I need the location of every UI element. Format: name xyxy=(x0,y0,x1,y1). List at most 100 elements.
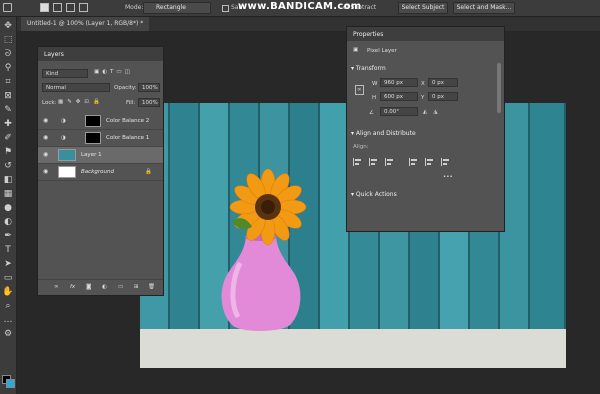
angle-field[interactable]: 0.00° xyxy=(380,107,418,116)
gradient-tool-icon[interactable]: ▦ xyxy=(2,188,14,200)
transform-title: Transform xyxy=(355,65,386,72)
blur-tool-icon[interactable]: ● xyxy=(2,202,14,214)
height-field[interactable]: 600 px xyxy=(380,92,418,101)
properties-panel-title[interactable]: Properties xyxy=(353,31,383,38)
crop-tool-icon[interactable]: ⌗ xyxy=(2,76,14,88)
blend-mode-select[interactable]: Normal xyxy=(42,83,110,92)
layer-name[interactable]: Color Balance 1 xyxy=(106,135,149,141)
y-field[interactable]: 0 px xyxy=(428,92,458,101)
layer-name[interactable]: Layer 1 xyxy=(81,152,102,158)
fx-icon[interactable]: fx xyxy=(70,284,75,290)
zoom-tool-icon[interactable]: ⌕ xyxy=(2,300,14,312)
layer-name[interactable]: Color Balance 2 xyxy=(106,118,149,124)
adjustment-icon[interactable]: ◐ xyxy=(102,284,107,290)
visibility-eye-icon[interactable]: ◉ xyxy=(43,151,48,158)
eyedropper-tool-icon[interactable]: ✎ xyxy=(2,104,14,116)
pixel-layer-icon: ▣ xyxy=(353,47,359,53)
quick-select-tool-icon[interactable]: ⚲ xyxy=(2,62,14,74)
quick-actions-title: Quick Actions xyxy=(355,191,397,198)
align-title: Align and Distribute xyxy=(355,130,416,137)
layer-row-color-balance-1[interactable]: ◉ ◑ Color Balance 1 xyxy=(38,130,163,147)
new-selection-icon[interactable] xyxy=(40,3,49,12)
layer-type-label: Pixel Layer xyxy=(367,48,397,54)
layer-name[interactable]: Background xyxy=(81,169,114,175)
align-v-center-icon[interactable] xyxy=(425,158,435,166)
layer-row-background[interactable]: ◉ Background 🔒 xyxy=(38,164,163,181)
visibility-eye-icon[interactable]: ◉ xyxy=(43,168,48,175)
layers-panel: Layers Kind ▣◐T▭◫ Normal Opacity: 100% L… xyxy=(37,46,164,296)
filter-kind-select[interactable]: Kind xyxy=(42,69,88,78)
new-layer-icon[interactable]: ⊞ xyxy=(134,284,139,290)
type-tool-icon[interactable]: T xyxy=(2,244,14,256)
layer-thumbnail xyxy=(58,166,76,178)
path-select-tool-icon[interactable]: ➤ xyxy=(2,258,14,270)
angle-icon: ∠ xyxy=(369,110,374,116)
adjustment-icon: ◑ xyxy=(61,135,66,141)
more-options-icon[interactable]: ••• xyxy=(443,174,453,180)
w-label: W xyxy=(372,81,378,87)
mode-select[interactable]: Rectangle xyxy=(143,2,211,14)
history-brush-tool-icon[interactable]: ↺ xyxy=(2,160,14,172)
properties-panel-header: Properties xyxy=(347,27,504,41)
layers-panel-title[interactable]: Layers xyxy=(44,51,64,58)
subtract-selection-icon[interactable] xyxy=(66,3,75,12)
y-label: Y xyxy=(421,95,425,101)
link-icon[interactable]: ∞ xyxy=(54,284,59,290)
eraser-tool-icon[interactable]: ◧ xyxy=(2,174,14,186)
align-right-icon[interactable] xyxy=(385,158,395,166)
link-dimensions-icon[interactable]: ∞ xyxy=(355,85,364,95)
edit-toolbar-icon[interactable]: ⚙ xyxy=(2,328,14,340)
select-and-mask-button[interactable]: Select and Mask... xyxy=(453,2,515,14)
marquee-tool-icon[interactable]: ⬚ xyxy=(2,34,14,46)
more-tools-icon[interactable]: … xyxy=(2,314,14,326)
frame-tool-icon[interactable]: ⊠ xyxy=(2,90,14,102)
layers-panel-header: Layers xyxy=(38,47,163,61)
mask-icon[interactable]: ◙ xyxy=(86,284,91,290)
sample-all-checkbox[interactable] xyxy=(222,5,229,12)
lasso-tool-icon[interactable]: ᘐ xyxy=(2,48,14,60)
transform-section-header[interactable]: ▾ Transform xyxy=(351,65,386,72)
marquee-tool-icon[interactable] xyxy=(3,3,12,12)
align-h-center-icon[interactable] xyxy=(369,158,379,166)
x-field[interactable]: 0 px xyxy=(428,78,458,87)
move-tool-icon[interactable]: ✥ xyxy=(2,20,14,32)
layer-thumbnail xyxy=(58,149,76,161)
stamp-tool-icon[interactable]: ⚑ xyxy=(2,146,14,158)
document-tab-bar: Untitled-1 @ 100% (Layer 1, RGB/8*) * xyxy=(17,17,600,31)
align-top-icon[interactable] xyxy=(409,158,419,166)
align-section-header[interactable]: ▾ Align and Distribute xyxy=(351,130,416,137)
layer-row-color-balance-2[interactable]: ◉ ◑ Color Balance 2 xyxy=(38,113,163,130)
width-field[interactable]: 960 px xyxy=(380,78,418,87)
opacity-label: Opacity: xyxy=(114,85,137,91)
fill-field[interactable]: 100% xyxy=(138,98,160,107)
mode-label: Mode: xyxy=(125,4,144,11)
folder-icon[interactable]: ▭ xyxy=(118,284,123,290)
background-color-swatch[interactable] xyxy=(6,379,15,388)
visibility-eye-icon[interactable]: ◉ xyxy=(43,134,48,141)
intersect-selection-icon[interactable] xyxy=(79,3,88,12)
healing-brush-tool-icon[interactable]: ✚ xyxy=(2,118,14,130)
visibility-eye-icon[interactable]: ◉ xyxy=(43,117,48,124)
trash-icon[interactable]: 🗑 xyxy=(148,284,155,290)
properties-scrollbar[interactable] xyxy=(497,63,501,113)
opacity-field[interactable]: 100% xyxy=(138,83,160,92)
layer-mask-thumbnail xyxy=(85,132,101,144)
quick-actions-section-header[interactable]: ▾ Quick Actions xyxy=(351,191,397,198)
brush-tool-icon[interactable]: ✐ xyxy=(2,132,14,144)
fill-label: Fill: xyxy=(126,100,136,106)
hand-tool-icon[interactable]: ✋ xyxy=(2,286,14,298)
filter-icons[interactable]: ▣◐T▭◫ xyxy=(94,69,133,75)
add-selection-icon[interactable] xyxy=(53,3,62,12)
document-tab[interactable]: Untitled-1 @ 100% (Layer 1, RGB/8*) * xyxy=(21,17,150,31)
shape-tool-icon[interactable]: ▭ xyxy=(2,272,14,284)
layer-row-layer-1[interactable]: ◉ Layer 1 xyxy=(38,147,163,164)
select-subject-button[interactable]: Select Subject xyxy=(398,2,448,14)
lock-icon: 🔒 xyxy=(145,169,152,175)
flip-icons[interactable]: ◭◮ xyxy=(423,109,443,115)
adjustment-icon: ◑ xyxy=(61,118,66,124)
pen-tool-icon[interactable]: ✒ xyxy=(2,230,14,242)
align-left-icon[interactable] xyxy=(353,158,363,166)
dodge-tool-icon[interactable]: ◐ xyxy=(2,216,14,228)
align-bottom-icon[interactable] xyxy=(441,158,451,166)
lock-icons[interactable]: ▦✎✥⊡🔒 xyxy=(58,99,104,105)
